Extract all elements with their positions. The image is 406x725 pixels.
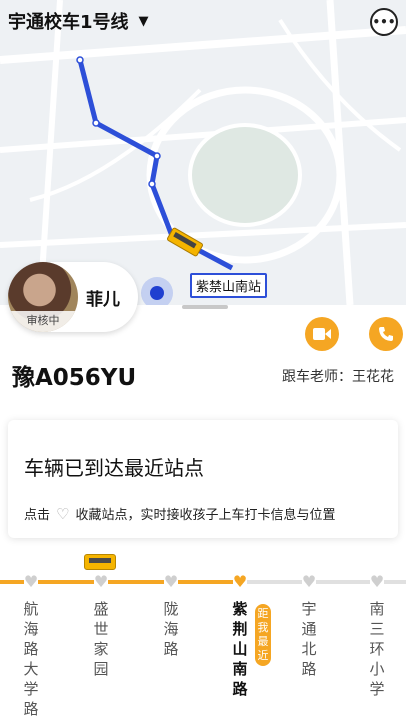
map-view[interactable]: 宇通校车1号线 ▼ ••• 紫禁山南站 — [0, 0, 406, 305]
arrival-card: 车辆已到达最近站点 点击 ♡ 收藏站点，实时接收孩子上车打卡信息与位置 — [8, 420, 398, 538]
stop-name: 盛世家园 — [93, 600, 109, 678]
hint-suffix: 收藏站点，实时接收孩子上车打卡信息与位置 — [75, 508, 336, 523]
station-label: 紫禁山南站 — [190, 273, 268, 298]
heart-icon[interactable]: ♡ — [56, 505, 69, 523]
favorite-hint: 点击 ♡ 收藏站点，实时接收孩子上车打卡信息与位置 — [24, 504, 336, 524]
video-icon — [313, 328, 331, 340]
arrival-title: 车辆已到达最近站点 — [24, 456, 204, 480]
stop-name: 宇通北路 — [301, 600, 317, 678]
route-timeline — [0, 580, 406, 584]
avatar: 审核中 — [8, 262, 78, 332]
user-chip[interactable]: 审核中 菲儿 — [8, 262, 138, 332]
teacher-info: 跟车老师：王花花 — [282, 369, 394, 385]
chat-icon[interactable]: ••• — [370, 8, 398, 36]
hint-prefix: 点击 — [24, 508, 51, 523]
plate-number: 豫A056YU — [12, 365, 137, 391]
stop-name: 陇海路 — [163, 600, 179, 658]
user-name: 菲儿 — [86, 289, 120, 310]
stop-name: 南三环小学 — [369, 600, 385, 698]
route-selector[interactable]: 宇通校车1号线 ▼ — [8, 8, 149, 34]
chevron-down-icon: ▼ — [138, 13, 149, 29]
stop-item[interactable]: ♥ 宇通北路 — [284, 572, 334, 679]
stop-item[interactable]: ♥ 南三环小学 — [352, 572, 402, 699]
review-status-badge: 审核中 — [8, 311, 78, 332]
heart-icon[interactable]: ♥ — [93, 573, 109, 591]
phone-icon — [379, 327, 393, 341]
stop-item[interactable]: ♥ 陇海路 — [146, 572, 196, 659]
nearest-stop-badge: 距我最近 — [255, 604, 271, 666]
stop-item[interactable]: ♥ 航海路大学路 — [6, 572, 56, 719]
phone-call-button[interactable] — [369, 317, 403, 351]
stop-name: 紫荆山南路 — [232, 600, 248, 698]
heart-icon[interactable]: ♥ — [232, 573, 248, 591]
route-title: 宇通校车1号线 — [8, 12, 129, 33]
stop-item[interactable]: ♥ 盛世家园 — [76, 572, 126, 679]
heart-icon[interactable]: ♥ — [369, 573, 385, 591]
drag-handle[interactable] — [182, 305, 228, 309]
video-call-button[interactable] — [305, 317, 339, 351]
heart-icon[interactable]: ♥ — [301, 573, 317, 591]
heart-icon[interactable]: ♥ — [163, 573, 179, 591]
location-dot — [150, 286, 164, 300]
map-canvas — [0, 0, 406, 305]
heart-icon[interactable]: ♥ — [23, 573, 39, 591]
stop-name: 航海路大学路 — [23, 600, 39, 718]
bus-icon — [84, 554, 116, 570]
